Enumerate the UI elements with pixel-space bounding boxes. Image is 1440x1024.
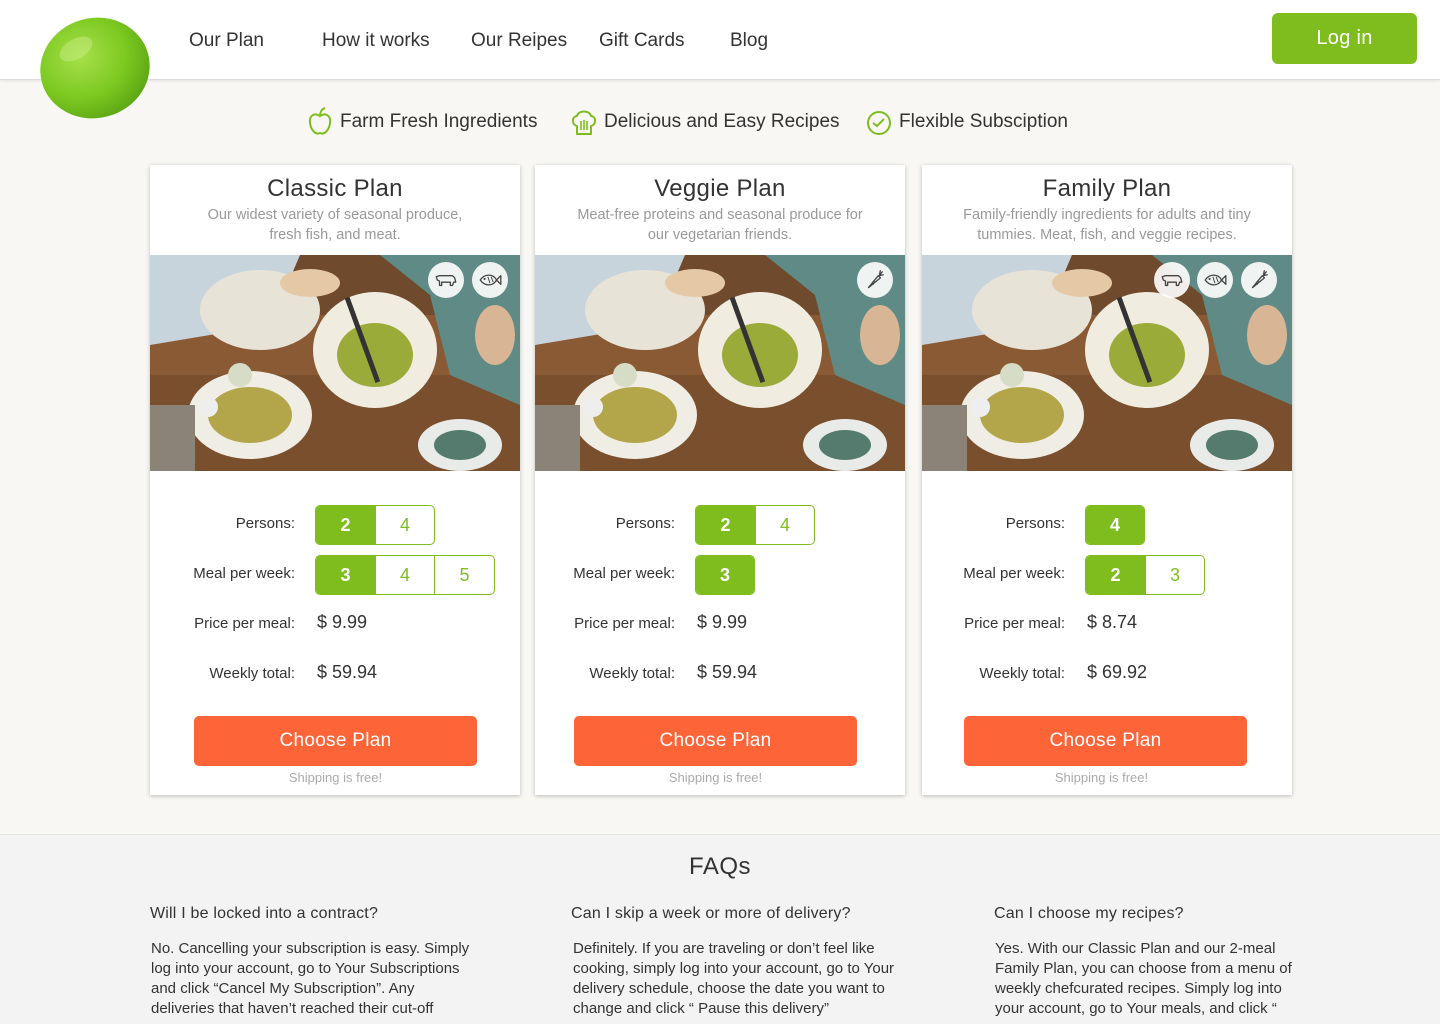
meals-option[interactable]: 5	[434, 556, 494, 594]
persons-selector: 2 4	[315, 505, 435, 545]
weekly-total-label: Weekly total:	[979, 665, 1065, 682]
meals-option[interactable]: 3	[696, 556, 754, 594]
plan-title: Family Plan	[1042, 175, 1172, 202]
plan-description: Meat-free proteins and seasonal produce …	[577, 207, 863, 243]
shipping-note: Shipping is free!	[1054, 770, 1149, 785]
carrot-icon	[857, 262, 893, 298]
faq-question: Will I be locked into a contract?	[150, 905, 379, 922]
meals-selector: 3	[695, 555, 755, 595]
plan-card-classic: Classic Plan Our widest variety of seaso…	[150, 165, 520, 795]
choose-plan-button[interactable]: Choose Plan	[194, 716, 477, 766]
plan-description: Our widest variety of seasonal produce, …	[207, 207, 463, 243]
clock-icon	[865, 107, 893, 137]
persons-label: Persons:	[235, 515, 295, 532]
weekly-total-label: Weekly total:	[589, 665, 675, 682]
plan-card-veggie: Veggie Plan Meat-free proteins and seaso…	[535, 165, 905, 795]
price-label: Price per meal:	[194, 615, 295, 632]
faq-question: Can I choose my recipes?	[994, 905, 1184, 922]
fish-icon	[1197, 262, 1233, 298]
nav-our-recipes[interactable]: Our Reipes	[471, 30, 567, 52]
nav-how-it-works[interactable]: How it works	[322, 30, 430, 52]
persons-option[interactable]: 4	[1086, 506, 1144, 544]
plan-title: Classic Plan	[267, 175, 403, 202]
feature-label: Farm Fresh Ingredients	[340, 111, 538, 132]
feature-easy-recipes: Delicious and Easy Recipes	[570, 106, 840, 138]
cow-icon	[1154, 262, 1190, 298]
plan-title: Veggie Plan	[654, 175, 786, 202]
price-per-meal: $ 9.99	[697, 612, 748, 632]
weekly-total: $ 69.92	[1087, 662, 1148, 682]
persons-selector: 4	[1085, 505, 1145, 545]
feature-label: Flexible Subsciption	[899, 111, 1068, 132]
shipping-note: Shipping is free!	[288, 770, 383, 785]
price-per-meal: $ 9.99	[317, 612, 368, 632]
meals-selector: 3 4 5	[315, 555, 495, 595]
price-label: Price per meal:	[574, 615, 675, 632]
faq-title: FAQs	[688, 853, 751, 880]
plan-photo	[922, 255, 1292, 471]
nav-our-plan[interactable]: Our Plan	[189, 30, 264, 52]
feature-farm-fresh: Farm Fresh Ingredients	[306, 106, 537, 138]
shipping-note: Shipping is free!	[668, 770, 763, 785]
weekly-total-label: Weekly total:	[209, 665, 295, 682]
faq-answer: Definitely. If you are traveling or don’…	[573, 940, 895, 1017]
choose-plan-button[interactable]: Choose Plan	[964, 716, 1247, 766]
login-button[interactable]: Log in	[1272, 13, 1417, 64]
meals-option[interactable]: 3	[316, 556, 375, 594]
meals-option[interactable]: 4	[375, 556, 434, 594]
price-label: Price per meal:	[964, 615, 1065, 632]
meals-label: Meal per week:	[193, 565, 295, 582]
meals-label: Meal per week:	[573, 565, 675, 582]
persons-selector: 2 4	[695, 505, 815, 545]
persons-label: Persons:	[1005, 515, 1065, 532]
meals-selector: 2 3	[1085, 555, 1205, 595]
feature-flexible-subscription: Flexible Subsciption	[865, 106, 1068, 138]
feature-label: Delicious and Easy Recipes	[604, 111, 840, 132]
persons-option[interactable]: 2	[316, 506, 375, 544]
persons-label: Persons:	[615, 515, 675, 532]
plan-card-family: Family Plan Family-friendly ingredients …	[922, 165, 1292, 795]
plan-photo	[150, 255, 520, 471]
meals-label: Meal per week:	[963, 565, 1065, 582]
faq-question: Can I skip a week or more of delivery?	[571, 905, 851, 922]
meals-option[interactable]: 2	[1086, 556, 1145, 594]
price-per-meal: $ 8.74	[1087, 612, 1138, 632]
faq-answer: No. Cancelling your subscription is easy…	[151, 940, 470, 1017]
top-nav-bar: Our Plan How it works Our Reipes Gift Ca…	[0, 0, 1440, 80]
persons-option[interactable]: 2	[696, 506, 755, 544]
chef-hat-icon	[570, 107, 598, 137]
nav-gift-cards[interactable]: Gift Cards	[599, 30, 685, 52]
carrot-icon	[1241, 262, 1277, 298]
plan-photo	[535, 255, 905, 471]
weekly-total: $ 59.94	[317, 662, 378, 682]
faq-section: FAQs Will I be locked into a contract? N…	[0, 834, 1440, 1024]
faq-answer: Yes. With our Classic Plan and our 2-mea…	[995, 940, 1292, 1017]
plan-description: Family-friendly ingredients for adults a…	[963, 207, 1251, 243]
lime-logo[interactable]	[36, 14, 152, 120]
weekly-total: $ 59.94	[697, 662, 758, 682]
choose-plan-button[interactable]: Choose Plan	[574, 716, 857, 766]
apple-icon	[306, 107, 334, 137]
fish-icon	[472, 262, 508, 298]
nav-blog[interactable]: Blog	[730, 30, 768, 52]
cow-icon	[428, 262, 464, 298]
meals-option[interactable]: 3	[1145, 556, 1204, 594]
persons-option[interactable]: 4	[755, 506, 814, 544]
persons-option[interactable]: 4	[375, 506, 434, 544]
